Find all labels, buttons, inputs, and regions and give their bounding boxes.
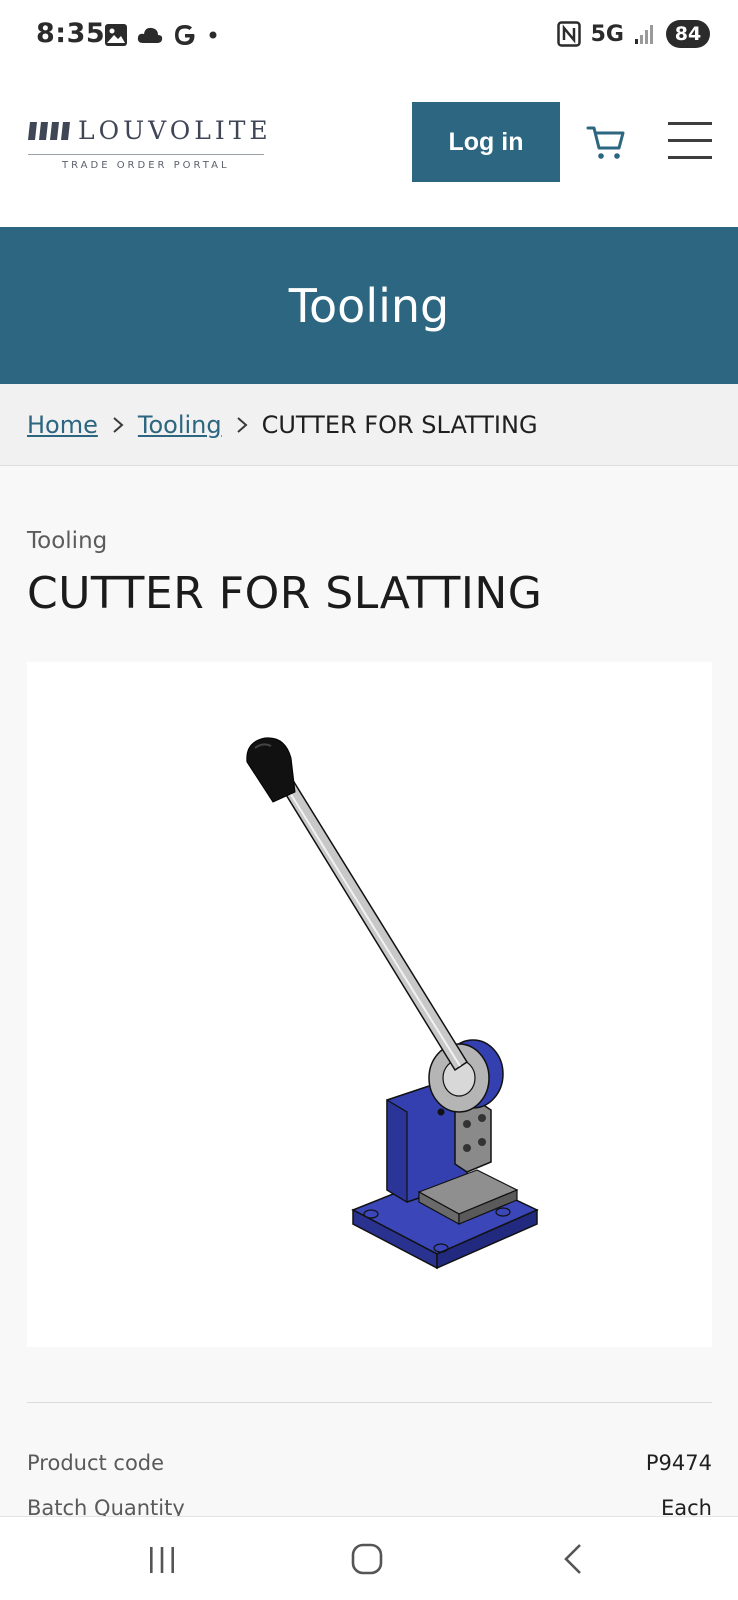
status-left-icons [104, 22, 220, 48]
louvolite-logo[interactable]: LOUVOLITE TRADE ORDER PORTAL [28, 116, 268, 176]
system-nav-bar [0, 1516, 738, 1600]
product-title: CUTTER FOR SLATTING [27, 568, 543, 619]
home-icon[interactable] [347, 1541, 387, 1577]
google-icon [175, 25, 195, 45]
back-icon[interactable] [554, 1541, 594, 1577]
chevron-right-icon [222, 413, 262, 437]
detail-label: Product code [27, 1451, 165, 1475]
category-banner: Tooling [0, 227, 738, 384]
chevron-right-icon [98, 413, 138, 437]
gallery-icon [105, 24, 127, 46]
product-category: Tooling [27, 528, 108, 554]
nfc-icon [556, 21, 581, 47]
detail-row-product-code: Product code P9474 [27, 1451, 712, 1475]
status-bar: 8:35 5G 84 [0, 0, 738, 72]
breadcrumb: Home Tooling CUTTER FOR SLATTING [0, 384, 738, 466]
product-image[interactable] [27, 662, 712, 1347]
logo-wordmark: LOUVOLITE [78, 116, 272, 145]
detail-value: P9474 [645, 1451, 712, 1475]
details-divider [27, 1402, 712, 1403]
banner-title: Tooling [288, 278, 450, 333]
logo-subtitle: TRADE ORDER PORTAL [62, 160, 230, 171]
dot-icon [209, 31, 217, 39]
breadcrumb-current: CUTTER FOR SLATTING [261, 410, 538, 439]
breadcrumb-category-link[interactable]: Tooling [138, 411, 222, 439]
site-header: LOUVOLITE TRADE ORDER PORTAL Log in [0, 72, 738, 227]
menu-icon[interactable] [668, 120, 712, 162]
recent-apps-icon[interactable] [142, 1541, 182, 1577]
login-button[interactable]: Log in [412, 102, 560, 182]
cloud-icon [137, 27, 163, 43]
logo-mark-icon [28, 122, 70, 140]
status-right-icons: 5G 84 [556, 20, 710, 48]
battery-indicator: 84 [666, 20, 710, 48]
logo-divider [28, 154, 264, 155]
cart-icon[interactable] [586, 122, 626, 162]
network-type: 5G [590, 21, 624, 47]
cutter-illustration [246, 737, 539, 1270]
signal-icon [635, 25, 653, 44]
status-time: 8:35 [36, 18, 106, 49]
breadcrumb-home-link[interactable]: Home [27, 411, 98, 439]
